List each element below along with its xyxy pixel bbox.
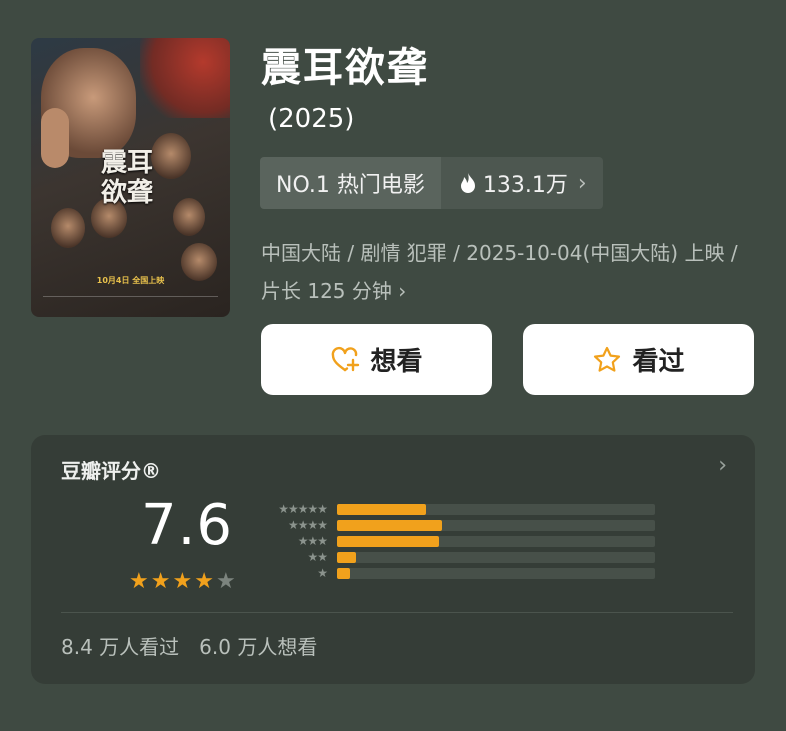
poster-credits — [43, 296, 218, 307]
rating-card[interactable]: 豆瓣评分® › 7.6 ★ ★ ★ ★ ★ ★★★★★ ★★★★ ★★★ ★★ ★ 8.4 万人… — [31, 435, 755, 684]
flame-icon — [460, 173, 475, 193]
distribution-bar-fill — [337, 535, 439, 547]
heat-value: 133.1万 — [482, 173, 568, 198]
ranking-label[interactable]: NO.1 热门电影 — [260, 157, 441, 209]
distribution-star-label: ★★★ — [297, 534, 328, 548]
poster-face — [173, 198, 205, 236]
poster-hand — [41, 108, 69, 168]
movie-year: (2025) — [268, 104, 355, 134]
star-filled-icon: ★ — [129, 569, 149, 594]
rating-distribution: ★★★★★ ★★★★ ★★★ ★★ ★ — [255, 501, 655, 581]
movie-meta[interactable]: 中国大陆 / 剧情 犯罪 / 2025-10-04(中国大陆) 上映 / 片长 … — [261, 234, 751, 310]
distribution-star-label: ★★ — [307, 550, 328, 564]
distribution-row: ★★★★★ — [255, 501, 655, 517]
distribution-star-label: ★★★★ — [287, 518, 328, 532]
distribution-bar-fill — [337, 519, 442, 531]
distribution-star-label: ★ — [317, 566, 328, 580]
rating-stars: ★ ★ ★ ★ ★ — [129, 571, 236, 593]
distribution-bar-track — [337, 567, 655, 579]
chevron-right-icon[interactable]: › — [718, 453, 727, 478]
distribution-bar-fill — [337, 503, 427, 515]
movie-poster[interactable]: 震耳欲聋 10月4日 全国上映 — [31, 38, 230, 317]
distribution-row: ★★★ — [255, 533, 655, 549]
want-label: 想看 — [370, 347, 423, 377]
poster-title: 震耳欲聋 — [101, 148, 154, 208]
movie-meta-text: 中国大陆 / 剧情 犯罪 / 2025-10-04(中国大陆) 上映 / 片长 … — [261, 241, 738, 303]
distribution-star-label: ★★★★★ — [278, 502, 328, 516]
rating-section-title: 豆瓣评分® — [61, 459, 161, 483]
heat-indicator[interactable]: 133.1万 › — [440, 157, 603, 209]
chevron-right-icon: › — [398, 279, 407, 303]
distribution-bar-track — [337, 551, 655, 563]
want-count: 6.0 万人想看 — [199, 635, 318, 659]
movie-title: 震耳欲聋 — [261, 45, 429, 91]
star-empty-icon: ★ — [215, 569, 236, 594]
ranking-bar[interactable]: NO.1 热门电影 133.1万 › — [260, 157, 603, 209]
distribution-row: ★ — [255, 565, 655, 581]
heart-plus-icon — [332, 346, 360, 371]
star-filled-icon: ★ — [194, 569, 214, 594]
star-filled-icon: ★ — [172, 569, 193, 594]
watched-label: 看过 — [632, 347, 685, 377]
star-filled-icon: ★ — [150, 569, 171, 594]
distribution-bar-fill — [337, 551, 357, 563]
watched-count: 8.4 万人看过 — [61, 635, 180, 659]
distribution-bar-track — [337, 503, 655, 515]
poster-release-date: 10月4日 全国上映 — [96, 276, 165, 285]
poster-background-graphic — [140, 38, 230, 118]
distribution-bar-track — [337, 519, 655, 531]
want-to-watch-button[interactable]: 想看 — [261, 324, 492, 395]
poster-face — [51, 208, 85, 248]
distribution-bar-track — [337, 535, 655, 547]
rating-counts: 8.4 万人看过 6.0 万人想看 — [61, 631, 317, 660]
rating-score: 7.6 — [141, 493, 234, 558]
distribution-row: ★★ — [255, 549, 655, 565]
watched-button[interactable]: 看过 — [523, 324, 754, 395]
distribution-row: ★★★★ — [255, 517, 655, 533]
distribution-bar-fill — [337, 567, 350, 579]
star-outline-icon — [594, 346, 621, 372]
chevron-right-icon: › — [577, 170, 587, 196]
divider — [61, 612, 733, 613]
